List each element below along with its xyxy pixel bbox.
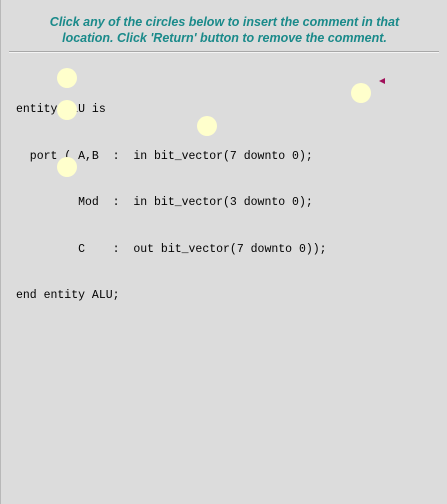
return-marker-icon — [379, 78, 385, 84]
code-line: Mod : in bit_vector(3 downto 0); — [16, 196, 313, 209]
divider — [9, 51, 439, 53]
page: Click any of the circles below to insert… — [0, 0, 447, 504]
code-line: end entity ALU; — [16, 289, 120, 302]
comment-circle-output[interactable] — [197, 116, 217, 136]
instructions-line-2: location. Click 'Return' button to remov… — [62, 31, 387, 45]
comment-circle-entity[interactable] — [57, 68, 77, 88]
instructions-text: Click any of the circles below to insert… — [1, 14, 447, 46]
code-line: C : out bit_vector(7 downto 0)); — [16, 242, 327, 256]
instructions-line-1: Click any of the circles below to insert… — [49, 15, 400, 29]
comment-circle-ports[interactable] — [351, 83, 371, 103]
comment-circle-end[interactable] — [57, 157, 77, 177]
comment-circle-mod[interactable] — [57, 100, 77, 120]
